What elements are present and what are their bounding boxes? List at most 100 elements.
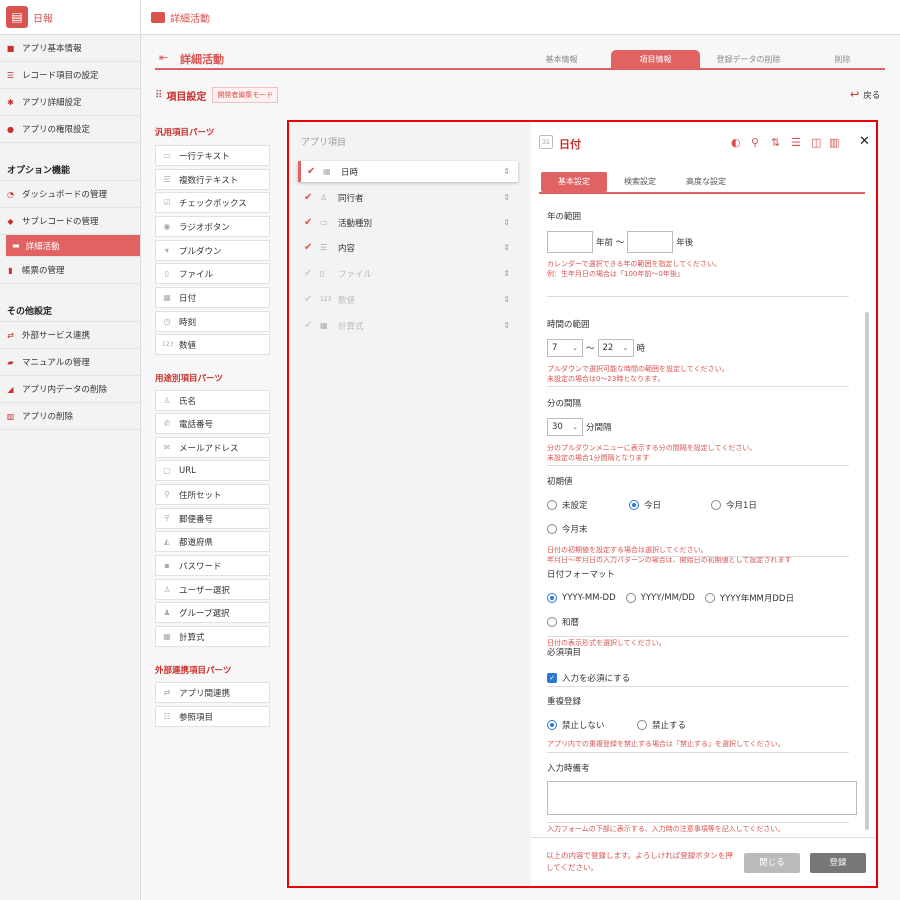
app-field-item[interactable]: ✔ ▦ 日時 ⇕ xyxy=(298,161,518,182)
app-field-item-disabled[interactable]: ✔ ▦ 計算式 ⇕ xyxy=(298,315,518,336)
year-after-input[interactable] xyxy=(627,231,674,253)
page-titlebar: ⇤ 詳細活動 基本情報 項目情報 登録データの削除 削除 xyxy=(155,47,885,70)
duplicate-radio-forbid[interactable]: 禁止する xyxy=(637,719,686,731)
radio-circle xyxy=(547,500,557,510)
part-pulldown[interactable]: ▾ プルダウン xyxy=(155,240,270,261)
sidebar-item-dashboard[interactable]: ◔ ダッシュボードの管理 xyxy=(0,181,140,208)
parts-external-title: 外部連携項目パーツ xyxy=(155,666,232,676)
sidebar-item-manual[interactable]: ▰ マニュアルの管理 xyxy=(0,349,140,376)
app-field-item[interactable]: ✔ ♙ 同行者 ⇕ xyxy=(298,187,518,208)
sidebar-item-permissions[interactable]: ● アプリの権限設定 xyxy=(0,116,140,143)
part-password[interactable]: ▪ パスワード xyxy=(155,555,270,576)
radio-label: 禁止しない xyxy=(562,721,605,731)
initial-radio-unset[interactable]: 未設定 xyxy=(547,499,619,511)
duplicate-radio-allow[interactable]: 禁止しない xyxy=(547,719,627,731)
time-to-select[interactable]: 22 ⌄ xyxy=(597,338,634,357)
tab-delete-data[interactable]: 登録データの削除 xyxy=(704,50,793,70)
part-prefecture[interactable]: ◭ 都道府県 xyxy=(155,531,270,552)
sort-handle-icon[interactable]: ⇕ xyxy=(503,193,510,202)
list-view-icon[interactable]: ☰ xyxy=(791,136,801,149)
sidebar-subitem-detail-activity[interactable]: ▬ 詳細活動 xyxy=(6,235,140,257)
part-multi-line-text[interactable]: ☰ 複数行テキスト xyxy=(155,169,270,190)
initial-radio-today[interactable]: 今日 xyxy=(629,499,701,511)
sort-handle-icon[interactable]: ⇕ xyxy=(503,295,510,304)
back-button[interactable]: ↩ 戻る xyxy=(850,88,880,101)
sidebar-item-subrecord[interactable]: ◆ サブレコードの管理 xyxy=(0,208,140,235)
sort-handle-icon[interactable]: ⇕ xyxy=(503,243,510,252)
part-phone[interactable]: ✆ 電話番号 xyxy=(155,413,270,434)
text-multi-icon: ☰ xyxy=(320,243,328,252)
tab-item-info[interactable]: 項目情報 xyxy=(611,50,700,70)
sort-handle-icon[interactable]: ⇕ xyxy=(503,321,510,330)
app-field-item-disabled[interactable]: ✔ ▯ ファイル ⇕ xyxy=(298,263,518,284)
sidebar-item-label: レコード項目の設定 xyxy=(22,71,99,81)
sidebar-item-record-fields[interactable]: ☰ レコード項目の設定 xyxy=(0,62,140,89)
search-icon[interactable]: ⚲ xyxy=(751,136,759,149)
part-formula[interactable]: ▦ 計算式 xyxy=(155,626,270,647)
save-button[interactable]: 登録 xyxy=(810,853,866,873)
sidebar-item-external[interactable]: ⇄ 外部サービス連携 xyxy=(0,322,140,349)
part-time[interactable]: ◷ 時刻 xyxy=(155,311,270,332)
tab-delete[interactable]: 削除 xyxy=(798,50,887,70)
part-app-link[interactable]: ⇄ アプリ間連携 xyxy=(155,682,270,703)
app-field-item-disabled[interactable]: ✔ 123 数値 ⇕ xyxy=(298,289,518,310)
format-radio-kanji[interactable]: YYYY年MM月DD日 xyxy=(704,592,794,604)
close-icon[interactable]: ✕ xyxy=(859,134,870,149)
part-url[interactable]: ▢ URL xyxy=(155,460,270,481)
initial-radio-month-end[interactable]: 今月末 xyxy=(547,523,588,535)
sort-icon[interactable]: ⇅ xyxy=(771,136,780,149)
sidebar-item-detail-settings[interactable]: ✱ アプリ詳細設定 xyxy=(0,89,140,116)
sort-handle-icon[interactable]: ⇕ xyxy=(503,218,510,227)
scrollbar[interactable] xyxy=(865,312,869,830)
part-user-select[interactable]: ♙ ユーザー選択 xyxy=(155,579,270,600)
sidebar-item-delete-data[interactable]: ◢ アプリ内データの削除 xyxy=(0,376,140,403)
report-icon: ▮ xyxy=(8,265,13,275)
divider xyxy=(547,822,849,823)
time-to-value: 22 xyxy=(602,342,614,353)
year-before-input[interactable] xyxy=(547,231,593,253)
part-number[interactable]: 123 数値 xyxy=(155,334,270,355)
tab-advanced-settings[interactable]: 高度な設定 xyxy=(673,172,739,192)
sidebar-item-reports[interactable]: ▮ 帳票の管理 xyxy=(0,257,140,284)
radio-circle xyxy=(637,720,647,730)
part-label: 数値 xyxy=(179,340,197,351)
format-radio-hyphen[interactable]: YYYY-MM-DD xyxy=(547,593,616,603)
part-email[interactable]: ✉ メールアドレス xyxy=(155,437,270,458)
app-field-item[interactable]: ✔ ☰ 内容 ⇕ xyxy=(298,237,518,258)
back-arrow-icon[interactable]: ⇤ xyxy=(159,51,168,64)
part-address[interactable]: ⚲ 住所セット xyxy=(155,484,270,505)
file-icon: ▯ xyxy=(164,269,170,278)
part-single-line-text[interactable]: ▭ 一行テキスト xyxy=(155,145,270,166)
tab-search-settings[interactable]: 検索設定 xyxy=(607,172,673,192)
part-date[interactable]: ▦ 日付 xyxy=(155,287,270,308)
app-field-item[interactable]: ✔ ▭ 活動種別 ⇕ xyxy=(298,212,518,233)
sidebar-item-basic-info[interactable]: ■ アプリ基本情報 xyxy=(0,35,140,62)
part-name[interactable]: ♙ 氏名 xyxy=(155,390,270,411)
settings-scroll-area[interactable]: 年の範囲 年前 〜 年後 カレンダーで選択できる年の範囲を指定してください。 例：… xyxy=(539,194,865,834)
sidebar-item-delete-app[interactable]: ▥ アプリの削除 xyxy=(0,403,140,430)
radio-icon: ◉ xyxy=(163,222,171,231)
sort-handle-icon[interactable]: ⇕ xyxy=(503,269,510,278)
minute-step-select[interactable]: 30 ⌄ xyxy=(547,417,583,436)
columns-icon[interactable]: ◫ xyxy=(811,136,821,149)
tab-basic-info[interactable]: 基本情報 xyxy=(517,50,606,70)
trash-icon[interactable]: ▥ xyxy=(829,136,839,149)
format-radio-slash[interactable]: YYYY/MM/DD xyxy=(625,593,695,603)
required-checkbox[interactable]: ✓ 入力を必須にする xyxy=(547,672,630,684)
check-icon: ✓ xyxy=(547,673,557,683)
note-textarea[interactable] xyxy=(547,781,857,815)
part-radio[interactable]: ◉ ラジオボタン xyxy=(155,216,270,237)
sort-handle-icon[interactable]: ⇕ xyxy=(503,167,510,176)
part-checkbox[interactable]: ☑ チェックボックス xyxy=(155,192,270,213)
part-reference[interactable]: ☷ 参照項目 xyxy=(155,706,270,727)
part-file[interactable]: ▯ ファイル xyxy=(155,263,270,284)
part-postal[interactable]: 〒郵便番号 xyxy=(155,508,270,529)
tab-basic-settings[interactable]: 基本設定 xyxy=(541,172,607,192)
time-from-select[interactable]: 7 ⌄ xyxy=(547,338,583,357)
initial-radio-month-first[interactable]: 今月1日 xyxy=(711,499,757,511)
part-group-select[interactable]: ♟ グループ選択 xyxy=(155,602,270,623)
toggle-icon[interactable]: ◐ xyxy=(731,136,741,149)
format-radio-wareki[interactable]: 和暦 xyxy=(547,616,579,628)
close-button[interactable]: 閉じる xyxy=(744,853,800,873)
folder-icon: ▬ xyxy=(12,241,20,250)
